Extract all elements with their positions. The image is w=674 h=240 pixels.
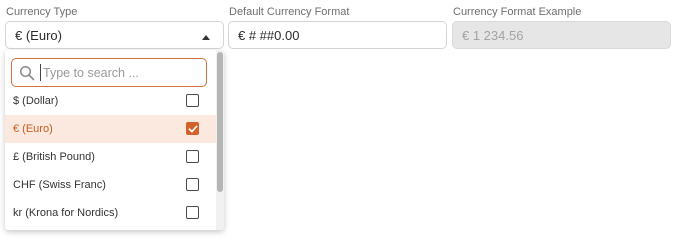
dropdown-search-box[interactable] [11, 58, 207, 87]
dropdown-scrollbar[interactable] [216, 50, 224, 230]
option-checkbox[interactable] [186, 122, 199, 135]
option-british-pound[interactable]: £ (British Pound) [5, 143, 216, 171]
currency-type-dropdown: $ (Dollar) € (Euro) £ (British Pound) CH… [5, 50, 224, 230]
option-checkbox[interactable] [186, 206, 199, 219]
option-label: kr (Krona for Nordics) [13, 207, 119, 219]
currency-type-select[interactable]: € (Euro) [5, 21, 224, 49]
checkmark-icon [188, 125, 197, 132]
scrollbar-thumb[interactable] [217, 52, 223, 192]
option-label: $ (Dollar) [13, 95, 59, 107]
option-label: £ (British Pound) [13, 151, 95, 163]
currency-type-label: Currency Type [6, 6, 78, 18]
currency-format-example-value: € 1 234.56 [462, 27, 524, 43]
option-checkbox[interactable] [186, 94, 199, 107]
dropdown-search-input[interactable] [40, 64, 193, 81]
option-checkbox[interactable] [186, 150, 199, 163]
option-krona[interactable]: kr (Krona for Nordics) [5, 199, 216, 227]
caret-up-icon [202, 35, 210, 40]
default-currency-format-value: € # ##0.00 [238, 27, 300, 43]
option-label: € (Euro) [13, 123, 53, 135]
default-currency-format-input[interactable]: € # ##0.00 [228, 21, 447, 49]
currency-format-example-label: Currency Format Example [453, 6, 582, 18]
option-swiss-franc[interactable]: CHF (Swiss Franc) [5, 171, 216, 199]
option-checkbox[interactable] [186, 178, 199, 191]
option-euro[interactable]: € (Euro) [5, 115, 216, 143]
search-icon [19, 65, 35, 81]
currency-format-example-input: € 1 234.56 [452, 21, 671, 49]
option-dollar[interactable]: $ (Dollar) [5, 87, 216, 115]
default-currency-format-label: Default Currency Format [229, 6, 350, 18]
currency-type-value: € (Euro) [15, 27, 62, 43]
option-label: CHF (Swiss Franc) [13, 179, 106, 191]
